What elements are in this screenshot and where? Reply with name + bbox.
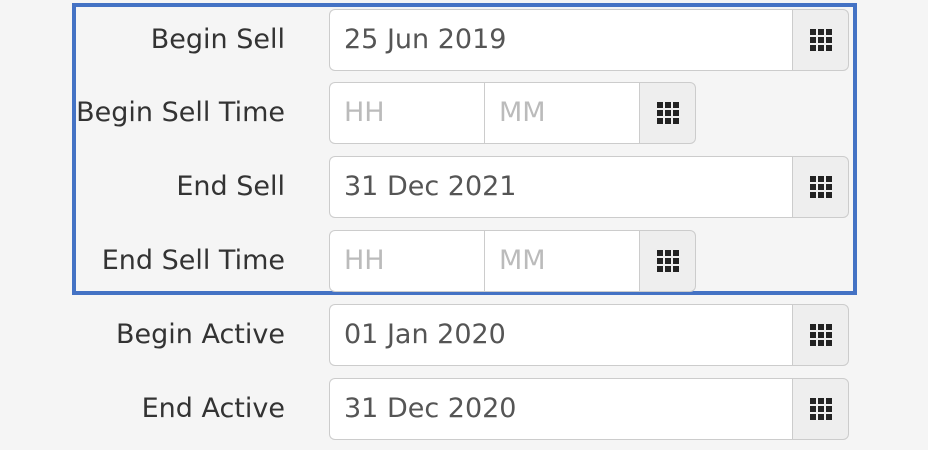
calendar-grid-icon (809, 324, 832, 346)
begin-sell-time-label: Begin Sell Time (76, 97, 285, 128)
end-sell-time-row: End Sell Time HH MM (0, 230, 928, 292)
end-sell-hour-input[interactable]: HH (329, 230, 485, 292)
end-sell-calendar-button[interactable] (792, 156, 849, 218)
calendar-grid-icon (809, 398, 832, 420)
end-sell-label: End Sell (176, 171, 285, 202)
end-active-calendar-button[interactable] (792, 378, 849, 440)
begin-active-calendar-button[interactable] (792, 304, 849, 366)
end-active-date-input[interactable]: 31 Dec 2020 (329, 378, 793, 440)
calendar-grid-icon (809, 176, 832, 198)
end-active-label: End Active (141, 393, 285, 424)
end-sell-row: End Sell 31 Dec 2021 (0, 156, 928, 218)
begin-sell-row: Begin Sell 25 Jun 2019 (0, 9, 928, 71)
begin-active-label: Begin Active (116, 319, 285, 350)
begin-active-date-input[interactable]: 01 Jan 2020 (329, 304, 793, 366)
begin-sell-date-input[interactable]: 25 Jun 2019 (329, 9, 793, 71)
time-grid-icon (656, 250, 679, 272)
begin-sell-calendar-button[interactable] (792, 9, 849, 71)
end-active-row: End Active 31 Dec 2020 (0, 378, 928, 440)
begin-sell-time-button[interactable] (639, 82, 696, 144)
begin-sell-label: Begin Sell (150, 24, 285, 55)
end-sell-time-label: End Sell Time (101, 245, 285, 276)
time-grid-icon (656, 102, 679, 124)
end-sell-time-button[interactable] (639, 230, 696, 292)
begin-sell-hour-input[interactable]: HH (329, 82, 485, 144)
end-sell-minute-input[interactable]: MM (484, 230, 640, 292)
end-sell-date-input[interactable]: 31 Dec 2021 (329, 156, 793, 218)
calendar-grid-icon (809, 29, 832, 51)
begin-sell-time-row: Begin Sell Time HH MM (0, 82, 928, 144)
begin-sell-minute-input[interactable]: MM (484, 82, 640, 144)
begin-active-row: Begin Active 01 Jan 2020 (0, 304, 928, 366)
